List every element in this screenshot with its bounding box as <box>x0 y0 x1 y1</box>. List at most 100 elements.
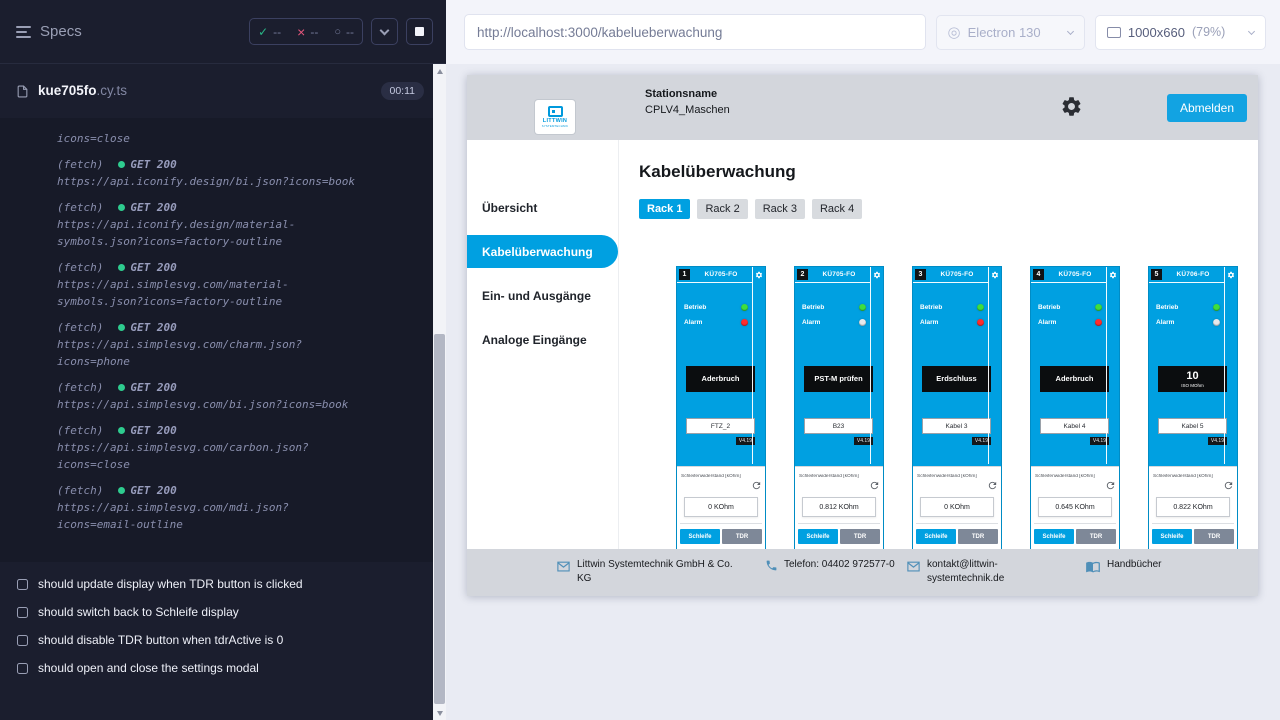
pending-circle-icon: ○ <box>334 26 341 38</box>
browser-select[interactable]: ◎ Electron 130 <box>936 15 1085 50</box>
cypress-panel: Specs ✓-- ×-- ○-- kue705fo.cy.ts 00:11 i… <box>0 0 446 720</box>
tab-rack-4[interactable]: Rack 4 <box>812 199 862 219</box>
viewport-zoom: (79%) <box>1192 25 1225 39</box>
browser-url-input[interactable] <box>464 14 926 50</box>
log-entry[interactable]: (fetch)GET 200 https://api.iconify.desig… <box>57 199 363 250</box>
schleife-button[interactable]: Schleife <box>798 529 838 544</box>
device-settings-icon[interactable] <box>873 271 881 279</box>
status-display: PST-M prüfen <box>804 366 873 392</box>
device-settings-icon[interactable] <box>1109 271 1117 279</box>
test-item[interactable]: should disable TDR button when tdrActive… <box>0 626 433 654</box>
resistance-label: Schleifenwiderstand [kOhm] <box>1035 474 1103 479</box>
response-status: GET 200 <box>130 199 176 216</box>
cable-name-input[interactable]: Kabel 5 <box>1158 418 1227 434</box>
schleife-button[interactable]: Schleife <box>916 529 956 544</box>
scroll-down-arrow[interactable] <box>433 707 446 719</box>
spec-name: kue705fo <box>38 83 97 98</box>
refresh-icon[interactable] <box>987 480 998 491</box>
test-state-icon <box>17 663 28 674</box>
device-number-badge: 1 <box>679 269 690 280</box>
station-label: Stationsname <box>645 88 730 100</box>
device-settings-icon[interactable] <box>1227 271 1235 279</box>
refresh-icon[interactable] <box>751 480 762 491</box>
settings-gear-icon[interactable] <box>1060 95 1083 118</box>
betrieb-led <box>977 304 984 311</box>
sidebar-item-uebersicht[interactable]: Übersicht <box>467 186 618 230</box>
sidebar-item-kabelueberwachung[interactable]: Kabelüberwachung <box>467 235 618 268</box>
tab-rack-2[interactable]: Rack 2 <box>697 199 747 219</box>
device-model-label: KÜ705-FO <box>692 271 750 278</box>
email-icon <box>556 559 571 574</box>
refresh-icon[interactable] <box>1223 480 1234 491</box>
logo-mark-icon <box>548 106 563 117</box>
browser-toolbar: ◎ Electron 130 1000x660 (79%) <box>446 0 1280 64</box>
tdr-button[interactable]: TDR <box>840 529 880 544</box>
cable-name-input[interactable]: Kabel 4 <box>1040 418 1109 434</box>
fetch-command: (fetch) <box>57 379 103 396</box>
schleife-button[interactable]: Schleife <box>1152 529 1192 544</box>
status-display: 10ISO MOhm <box>1158 366 1227 392</box>
request-url: https://api.simplesvg.com/charm.json?ico… <box>57 336 363 370</box>
tdr-button[interactable]: TDR <box>958 529 998 544</box>
success-dot-icon <box>118 204 125 211</box>
station-info: Stationsname CPLV4_Maschen <box>645 88 730 116</box>
tab-rack-3[interactable]: Rack 3 <box>755 199 805 219</box>
spec-file-row[interactable]: kue705fo.cy.ts 00:11 <box>0 74 446 108</box>
viewport-icon <box>1107 27 1121 38</box>
sidebar-item-analoge-eingaenge[interactable]: Analoge Eingänge <box>467 318 618 362</box>
device-settings-icon[interactable] <box>991 271 999 279</box>
littwin-logo: LITTWIN SYSTEMTECHNIK <box>535 100 575 134</box>
log-entry[interactable]: (fetch)GET 200 https://api.simplesvg.com… <box>57 259 363 310</box>
logout-button[interactable]: Abmelden <box>1167 94 1247 122</box>
alarm-led <box>1213 319 1220 326</box>
scrollbar-thumb[interactable] <box>434 334 445 704</box>
app-sidebar: Übersicht Kabelüberwachung Ein- und Ausg… <box>467 140 619 549</box>
test-title: should disable TDR button when tdrActive… <box>38 633 283 647</box>
test-title: should update display when TDR button is… <box>38 577 303 591</box>
test-item[interactable]: should open and close the settings modal <box>0 654 433 682</box>
sidebar-item-ein-und-ausgaenge[interactable]: Ein- und Ausgänge <box>467 274 618 318</box>
test-stats: ✓-- ×-- ○-- <box>249 18 363 45</box>
tdr-button[interactable]: TDR <box>722 529 762 544</box>
fetch-command: (fetch) <box>57 199 103 216</box>
phone-icon <box>765 559 778 572</box>
tdr-button[interactable]: TDR <box>1194 529 1234 544</box>
collapse-button[interactable] <box>371 18 398 45</box>
resistance-value: 0.822 KOhm <box>1156 497 1230 517</box>
response-status: GET 200 <box>130 422 176 439</box>
cable-name-input[interactable]: Kabel 3 <box>922 418 991 434</box>
log-entry[interactable]: (fetch)GET 200 https://api.simplesvg.com… <box>57 482 363 533</box>
tdr-button[interactable]: TDR <box>1076 529 1116 544</box>
log-entry[interactable]: (fetch)GET 200 https://api.simplesvg.com… <box>57 319 363 370</box>
stop-button[interactable] <box>406 18 433 45</box>
schleife-button[interactable]: Schleife <box>1034 529 1074 544</box>
cable-name-input[interactable]: B23 <box>804 418 873 434</box>
rack-tabs: Rack 1 Rack 2 Rack 3 Rack 4 <box>639 199 1258 219</box>
footer-manuals[interactable]: Handbücher <box>1085 558 1161 596</box>
cable-name-input[interactable]: FTZ_2 <box>686 418 755 434</box>
device-settings-icon[interactable] <box>755 271 763 279</box>
request-url: https://api.simplesvg.com/carbon.json?ic… <box>57 439 363 473</box>
test-item[interactable]: should switch back to Schleife display <box>0 598 433 626</box>
schleife-button[interactable]: Schleife <box>680 529 720 544</box>
viewport-size-select[interactable]: 1000x660 (79%) <box>1095 15 1266 50</box>
device-model-label: KÜ705-FO <box>1046 271 1104 278</box>
tab-rack-1[interactable]: Rack 1 <box>639 199 690 219</box>
specs-button[interactable]: Specs <box>16 23 82 41</box>
x-icon: × <box>297 27 305 37</box>
test-item[interactable]: should update display when TDR button is… <box>0 570 433 598</box>
log-entry[interactable]: (fetch)GET 200 https://api.simplesvg.com… <box>57 379 363 413</box>
refresh-icon[interactable] <box>1105 480 1116 491</box>
log-entry[interactable]: (fetch)GET 200 https://api.simplesvg.com… <box>57 422 363 473</box>
request-url: icons=close <box>57 130 363 147</box>
command-log: icons=close (fetch)GET 200 https://api.i… <box>0 118 433 562</box>
request-url: https://api.simplesvg.com/bi.json?icons=… <box>57 396 363 413</box>
scroll-up-arrow[interactable] <box>433 65 446 77</box>
panel-scrollbar[interactable] <box>433 64 446 720</box>
log-entry[interactable]: (fetch)GET 200 https://api.iconify.desig… <box>57 156 363 190</box>
footer-email[interactable]: kontakt@littwin-systemtechnik.de <box>906 558 1085 596</box>
refresh-icon[interactable] <box>869 480 880 491</box>
response-status: GET 200 <box>130 259 176 276</box>
success-dot-icon <box>118 384 125 391</box>
log-entry[interactable]: icons=close <box>57 130 363 147</box>
